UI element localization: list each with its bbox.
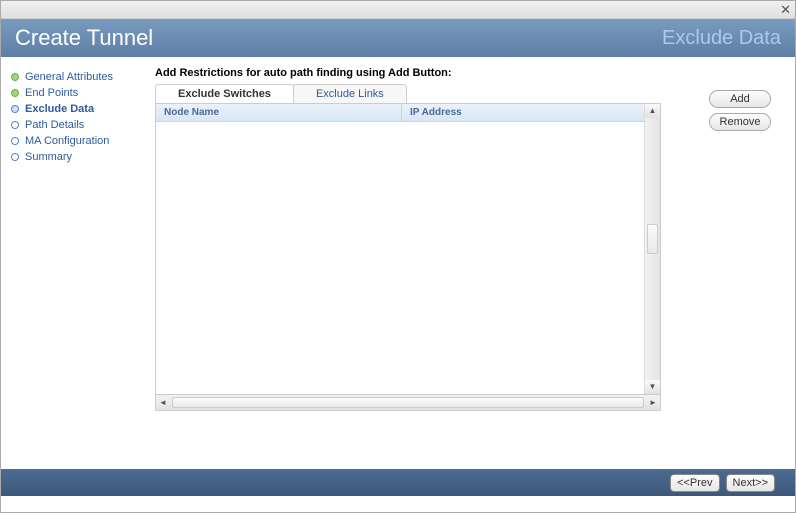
step-label: Summary: [25, 151, 72, 163]
scroll-left-icon[interactable]: ◄: [156, 398, 170, 407]
wizard-footer: <<Prev Next>>: [1, 469, 795, 496]
step-label: Exclude Data: [25, 103, 94, 115]
hscroll-thumb[interactable]: [172, 397, 644, 408]
step-bullet-icon: [11, 121, 19, 129]
step-label: General Attributes: [25, 71, 113, 83]
step-bullet-icon: [11, 153, 19, 161]
main-panel: Add Restrictions for auto path finding u…: [149, 57, 795, 469]
tab-exclude-links[interactable]: Exclude Links: [293, 84, 407, 103]
add-button[interactable]: Add: [709, 90, 771, 108]
step-exclude-data[interactable]: Exclude Data: [11, 103, 139, 115]
vertical-scrollbar[interactable]: ▲ ▼: [644, 104, 660, 394]
step-label: End Points: [25, 87, 78, 99]
instruction-text: Add Restrictions for auto path finding u…: [155, 67, 787, 79]
table-header-row: Node Name IP Address: [156, 104, 644, 122]
column-node-name[interactable]: Node Name: [156, 104, 402, 121]
step-path-details[interactable]: Path Details: [11, 119, 139, 131]
step-summary[interactable]: Summary: [11, 151, 139, 163]
step-bullet-icon: [11, 73, 19, 81]
tab-exclude-switches[interactable]: Exclude Switches: [155, 84, 294, 103]
section-title: Exclude Data: [662, 27, 781, 50]
step-end-points[interactable]: End Points: [11, 87, 139, 99]
step-bullet-icon: [11, 137, 19, 145]
header: Create Tunnel Exclude Data: [1, 19, 795, 57]
step-ma-configuration[interactable]: MA Configuration: [11, 135, 139, 147]
close-icon[interactable]: ✕: [780, 2, 791, 18]
prev-button[interactable]: <<Prev: [670, 474, 719, 492]
remove-button[interactable]: Remove: [709, 113, 771, 131]
next-button[interactable]: Next>>: [726, 474, 775, 492]
table-body-empty: [156, 122, 644, 394]
column-ip-address[interactable]: IP Address: [402, 104, 644, 121]
wizard-steps: General Attributes End Points Exclude Da…: [1, 57, 149, 469]
scroll-right-icon[interactable]: ►: [646, 398, 660, 407]
titlebar: ✕: [1, 1, 795, 19]
step-label: Path Details: [25, 119, 84, 131]
step-general-attributes[interactable]: General Attributes: [11, 71, 139, 83]
page-title: Create Tunnel: [15, 25, 153, 51]
tabs: Exclude Switches Exclude Links: [155, 84, 787, 103]
scroll-up-icon[interactable]: ▲: [645, 104, 660, 118]
step-bullet-icon: [11, 89, 19, 97]
action-buttons: Add Remove: [709, 90, 775, 136]
step-label: MA Configuration: [25, 135, 109, 147]
exclusion-table: Node Name IP Address ▲ ▼: [155, 103, 661, 395]
horizontal-scrollbar[interactable]: ◄ ►: [155, 395, 661, 411]
dialog-window: ✕ Create Tunnel Exclude Data General Att…: [0, 0, 796, 513]
scroll-down-icon[interactable]: ▼: [645, 380, 660, 394]
scroll-thumb[interactable]: [647, 224, 658, 254]
step-bullet-icon: [11, 105, 19, 113]
